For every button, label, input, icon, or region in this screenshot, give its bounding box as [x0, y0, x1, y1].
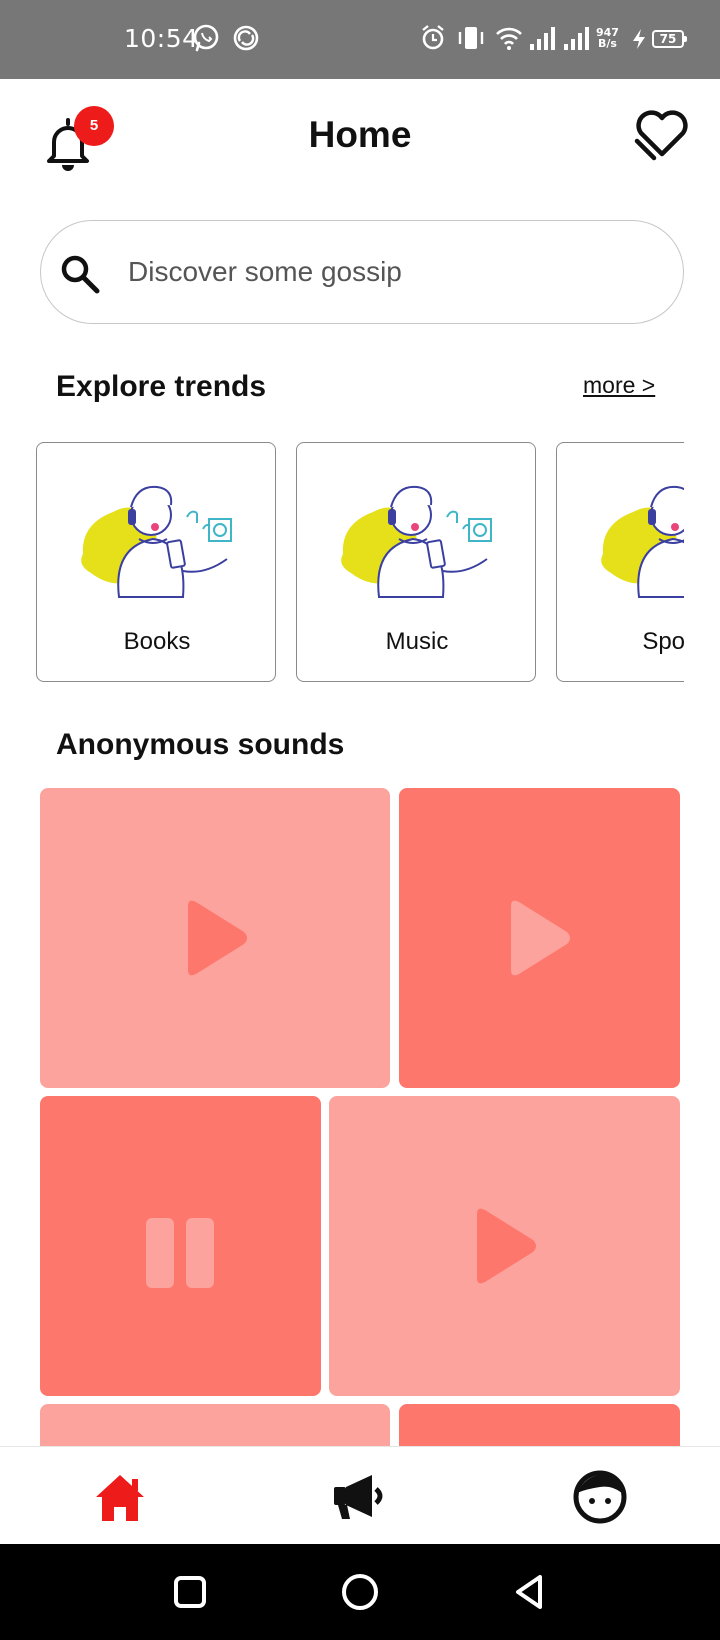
status-bar: 10:54 947 B/s 75 [0, 0, 720, 79]
network-speed: 947 B/s [596, 27, 619, 49]
alarm-icon [422, 25, 444, 50]
play-icon[interactable] [503, 896, 575, 980]
more-link[interactable]: more > [583, 372, 655, 399]
search-icon[interactable] [58, 252, 102, 296]
sync-icon [233, 25, 259, 51]
trend-card-music[interactable]: Music [296, 442, 536, 682]
pause-icon[interactable] [144, 1212, 216, 1296]
whatsapp-icon [193, 24, 219, 52]
search-input[interactable] [128, 250, 648, 294]
trend-card-sports[interactable]: Sports [556, 442, 684, 682]
anonymous-sounds-title: Anonymous sounds [56, 728, 345, 761]
play-icon[interactable] [180, 896, 252, 980]
explore-trends-title: Explore trends [56, 370, 267, 403]
megaphone-icon[interactable] [332, 1469, 388, 1525]
signal-icon [530, 27, 555, 50]
sound-tile[interactable] [329, 1096, 680, 1396]
sound-tile[interactable] [40, 1096, 321, 1396]
back-icon[interactable] [510, 1572, 550, 1612]
trend-card-label: Music [385, 628, 449, 655]
vibrate-icon [458, 27, 484, 49]
system-navigation-bar [0, 1544, 720, 1640]
person-with-headphones-illustration [81, 485, 232, 598]
status-time: 10:54 [124, 24, 199, 53]
person-with-headphones-illustration [601, 485, 684, 598]
trend-card-label: Sports [642, 628, 684, 655]
home-icon[interactable] [92, 1469, 148, 1525]
battery-indicator: 75 [652, 30, 687, 48]
network-speed-unit: B/s [598, 37, 617, 50]
trend-card-books[interactable]: Books [36, 442, 276, 682]
signal-icon [564, 27, 589, 50]
person-with-headphones-illustration [341, 485, 492, 598]
wifi-icon [496, 27, 522, 50]
sound-tile[interactable] [40, 788, 390, 1088]
charging-icon [633, 29, 645, 49]
page-title: Home [308, 114, 412, 155]
sound-tile[interactable] [399, 788, 680, 1088]
face-icon[interactable] [572, 1469, 628, 1525]
bottom-navigation [0, 1446, 720, 1544]
play-icon[interactable] [469, 1204, 541, 1288]
home-circle-icon[interactable] [340, 1572, 380, 1612]
trends-carousel[interactable]: Books Music Spo [36, 442, 684, 682]
trend-card-label: Books [123, 628, 191, 655]
recents-icon[interactable] [170, 1572, 210, 1612]
heart-icon[interactable] [634, 108, 690, 162]
